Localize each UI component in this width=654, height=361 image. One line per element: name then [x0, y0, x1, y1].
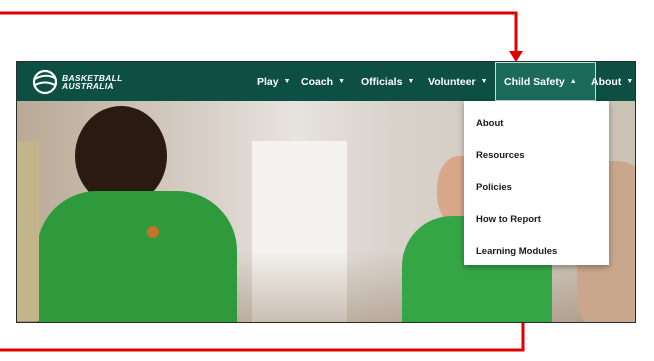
dropdown-item-learning-modules[interactable]: Learning Modules	[476, 246, 557, 257]
logo-text: BASKETBALL AUSTRALIA	[62, 73, 123, 91]
nav-item-officials[interactable]: Officials ▼	[361, 62, 414, 101]
logo-line-2: AUSTRALIA	[62, 81, 114, 91]
hero-person-edge-left	[17, 141, 39, 321]
chevron-down-icon: ▼	[407, 78, 415, 85]
nav-item-play[interactable]: Play ▼	[257, 62, 291, 101]
hero-person-left-shirt	[37, 191, 237, 322]
chevron-down-icon: ▼	[338, 78, 346, 85]
chevron-down-icon: ▼	[626, 78, 634, 85]
nav-item-about[interactable]: About ▼	[591, 62, 633, 101]
chevron-down-icon: ▼	[283, 78, 291, 85]
dropdown-item-about[interactable]: About	[476, 118, 503, 129]
nav-item-label: Coach	[301, 75, 334, 88]
hero-person-left-badge	[147, 226, 159, 238]
nav-item-label: Play	[257, 75, 279, 88]
top-navigation-bar: BASKETBALL AUSTRALIA Play ▼ Coach ▼ Offi…	[17, 62, 635, 101]
basketball-australia-logo[interactable]: BASKETBALL AUSTRALIA	[32, 69, 123, 95]
chevron-up-icon: ▲	[569, 78, 577, 85]
nav-item-label: Child Safety	[504, 75, 565, 88]
nav-item-label: Volunteer	[428, 75, 476, 88]
nav-item-label: Officials	[361, 75, 403, 88]
dropdown-item-policies[interactable]: Policies	[476, 182, 512, 193]
dropdown-item-how-to-report[interactable]: How to Report	[476, 214, 541, 225]
nav-item-coach[interactable]: Coach ▼	[301, 62, 345, 101]
top-annotation-arrow	[0, 11, 518, 52]
nav-item-child-safety[interactable]: Child Safety ▲	[495, 62, 596, 101]
nav-item-volunteer[interactable]: Volunteer ▼	[428, 62, 488, 101]
dropdown-item-resources[interactable]: Resources	[476, 150, 525, 161]
website-screenshot: BASKETBALL AUSTRALIA Play ▼ Coach ▼ Offi…	[16, 61, 636, 323]
basketball-logo-icon	[32, 69, 58, 95]
chevron-down-icon: ▼	[480, 78, 488, 85]
nav-item-label: About	[591, 75, 622, 88]
child-safety-dropdown-menu: About Resources Policies How to Report L…	[464, 101, 609, 265]
